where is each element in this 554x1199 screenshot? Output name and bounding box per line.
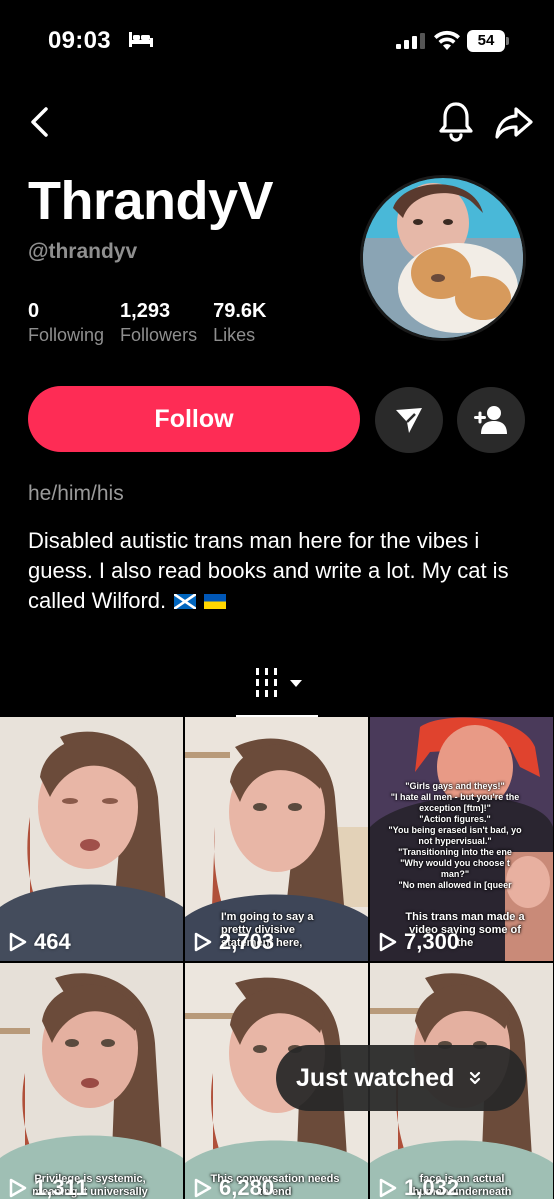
status-time: 09:03	[48, 27, 111, 54]
followers-stat[interactable]: 1,293 Followers	[120, 300, 197, 346]
video-thumbnail[interactable]: Privilege is systemic, meaning it univer…	[0, 963, 183, 1199]
quote-line: "Action figures."	[419, 814, 491, 824]
video-preview	[0, 963, 183, 1199]
view-count-text: 1,311	[34, 1175, 88, 1199]
add-friend-button[interactable]	[457, 387, 525, 453]
view-count-text: 6,280	[219, 1175, 275, 1199]
avatar-photo	[363, 178, 523, 338]
following-count: 0	[28, 300, 40, 322]
message-button[interactable]	[375, 387, 443, 453]
followers-count: 1,293	[120, 300, 171, 322]
view-count: 6,280	[193, 1175, 274, 1199]
battery-indicator: 54	[467, 30, 509, 52]
back-button[interactable]	[22, 100, 58, 144]
profile-stats: 0 Following 1,293 Followers 79.6K Likes	[28, 300, 266, 346]
followers-label: Followers	[120, 325, 198, 345]
view-count-text: 7,300	[404, 929, 460, 954]
sleep-focus-icon	[129, 32, 153, 47]
bio-text: Disabled autistic trans man here for the…	[28, 528, 509, 613]
view-count-text: 1,032	[404, 1175, 460, 1199]
play-icon	[379, 1178, 397, 1198]
view-count: 1,311	[8, 1175, 88, 1199]
quote-line: exception [ftm]!"	[419, 803, 491, 813]
tab-videos[interactable]	[236, 660, 318, 718]
view-count: 2,703	[193, 929, 274, 955]
quote-line: "Transitioning into the ene	[398, 847, 512, 857]
pronouns: he/him/his	[28, 482, 124, 505]
chevron-up-down-icon	[470, 1071, 481, 1085]
ukraine-flag-icon	[204, 594, 227, 609]
video-thumbnail[interactable]: 464	[0, 717, 183, 961]
likes-stat: 79.6K Likes	[213, 300, 266, 346]
quote-line: man?"	[440, 869, 470, 879]
video-thumbnail[interactable]: "Girls gays and theys!" "I hate all men …	[370, 717, 553, 961]
quote-line: "Girls gays and theys!"	[405, 781, 505, 791]
bio: Disabled autistic trans man here for the…	[28, 526, 528, 616]
scotland-flag-icon	[174, 594, 197, 609]
play-icon	[9, 1178, 27, 1198]
quote-overlay: "Girls gays and theys!" "I hate all men …	[380, 781, 530, 891]
send-message-icon	[396, 408, 422, 433]
just-watched-label: Just watched	[296, 1063, 455, 1092]
video-grid: 464 I'm going to say a pretty divisive s…	[0, 717, 554, 1199]
play-icon	[9, 932, 27, 952]
view-count: 464	[8, 929, 71, 955]
chevron-down-icon	[290, 680, 302, 687]
quote-line: "You being erased isn't bad, yo	[388, 825, 522, 835]
view-count: 1,032	[378, 1175, 459, 1199]
cellular-signal-icon	[396, 33, 425, 49]
play-icon	[379, 932, 397, 952]
quote-line: "No men allowed in [queer	[398, 880, 512, 890]
likes-label: Likes	[213, 325, 256, 345]
follow-button[interactable]: Follow	[28, 386, 360, 452]
just-watched-button[interactable]: Just watched	[276, 1045, 526, 1111]
grid-icon	[256, 668, 302, 697]
display-name: ThrandyV	[28, 171, 274, 231]
avatar[interactable]	[360, 175, 526, 341]
quote-line: not hypervisual."	[418, 836, 492, 846]
share-icon[interactable]	[492, 100, 536, 144]
following-label: Following	[28, 325, 105, 345]
status-bar: 09:03 54	[0, 0, 554, 84]
view-count-text: 464	[34, 929, 71, 954]
quote-line: "I hate all men - but you're the	[390, 792, 520, 802]
notification-bell-icon[interactable]	[435, 98, 477, 144]
battery-percent: 54	[477, 32, 495, 49]
quote-line: "Why would you choose t	[400, 858, 510, 868]
video-thumbnail[interactable]: I'm going to say a pretty divisive state…	[185, 717, 368, 961]
play-icon	[194, 932, 212, 952]
add-user-icon	[474, 406, 507, 434]
video-preview	[0, 717, 183, 961]
play-icon	[194, 1178, 212, 1198]
view-count: 7,300	[378, 929, 459, 955]
likes-count: 79.6K	[213, 300, 267, 322]
username: @thrandyv	[28, 240, 138, 263]
following-stat[interactable]: 0 Following	[28, 300, 104, 346]
view-count-text: 2,703	[219, 929, 275, 954]
wifi-icon	[434, 30, 460, 50]
